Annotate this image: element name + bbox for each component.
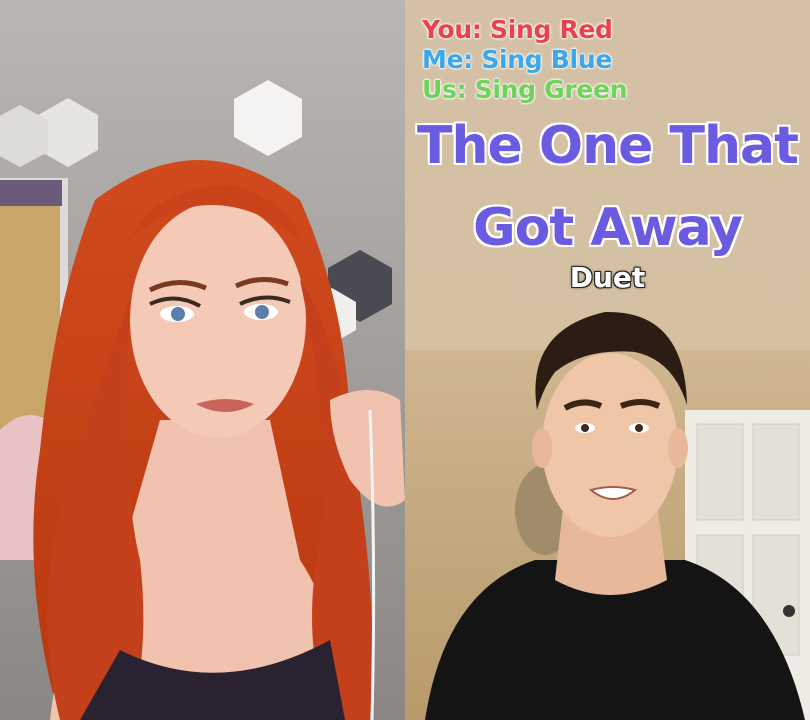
right-video-pane: You: Sing Red Me: Sing Blue Us: Sing Gre… <box>405 0 810 720</box>
left-video-pane <box>0 0 405 720</box>
instruction-you: You: Sing Red <box>422 15 613 44</box>
instruction-me: Me: Sing Blue <box>422 45 612 74</box>
song-title-line-1: The One That <box>417 116 799 176</box>
left-video-frame <box>0 0 405 720</box>
poster-strip <box>0 180 62 206</box>
duet-text-overlay: You: Sing Red Me: Sing Blue Us: Sing Gre… <box>405 0 810 720</box>
instruction-us: Us: Sing Green <box>422 75 628 104</box>
iris-left <box>171 307 185 321</box>
song-title-line-2: Got Away <box>472 198 743 258</box>
iris-right <box>255 305 269 319</box>
duet-label: Duet <box>569 261 646 294</box>
